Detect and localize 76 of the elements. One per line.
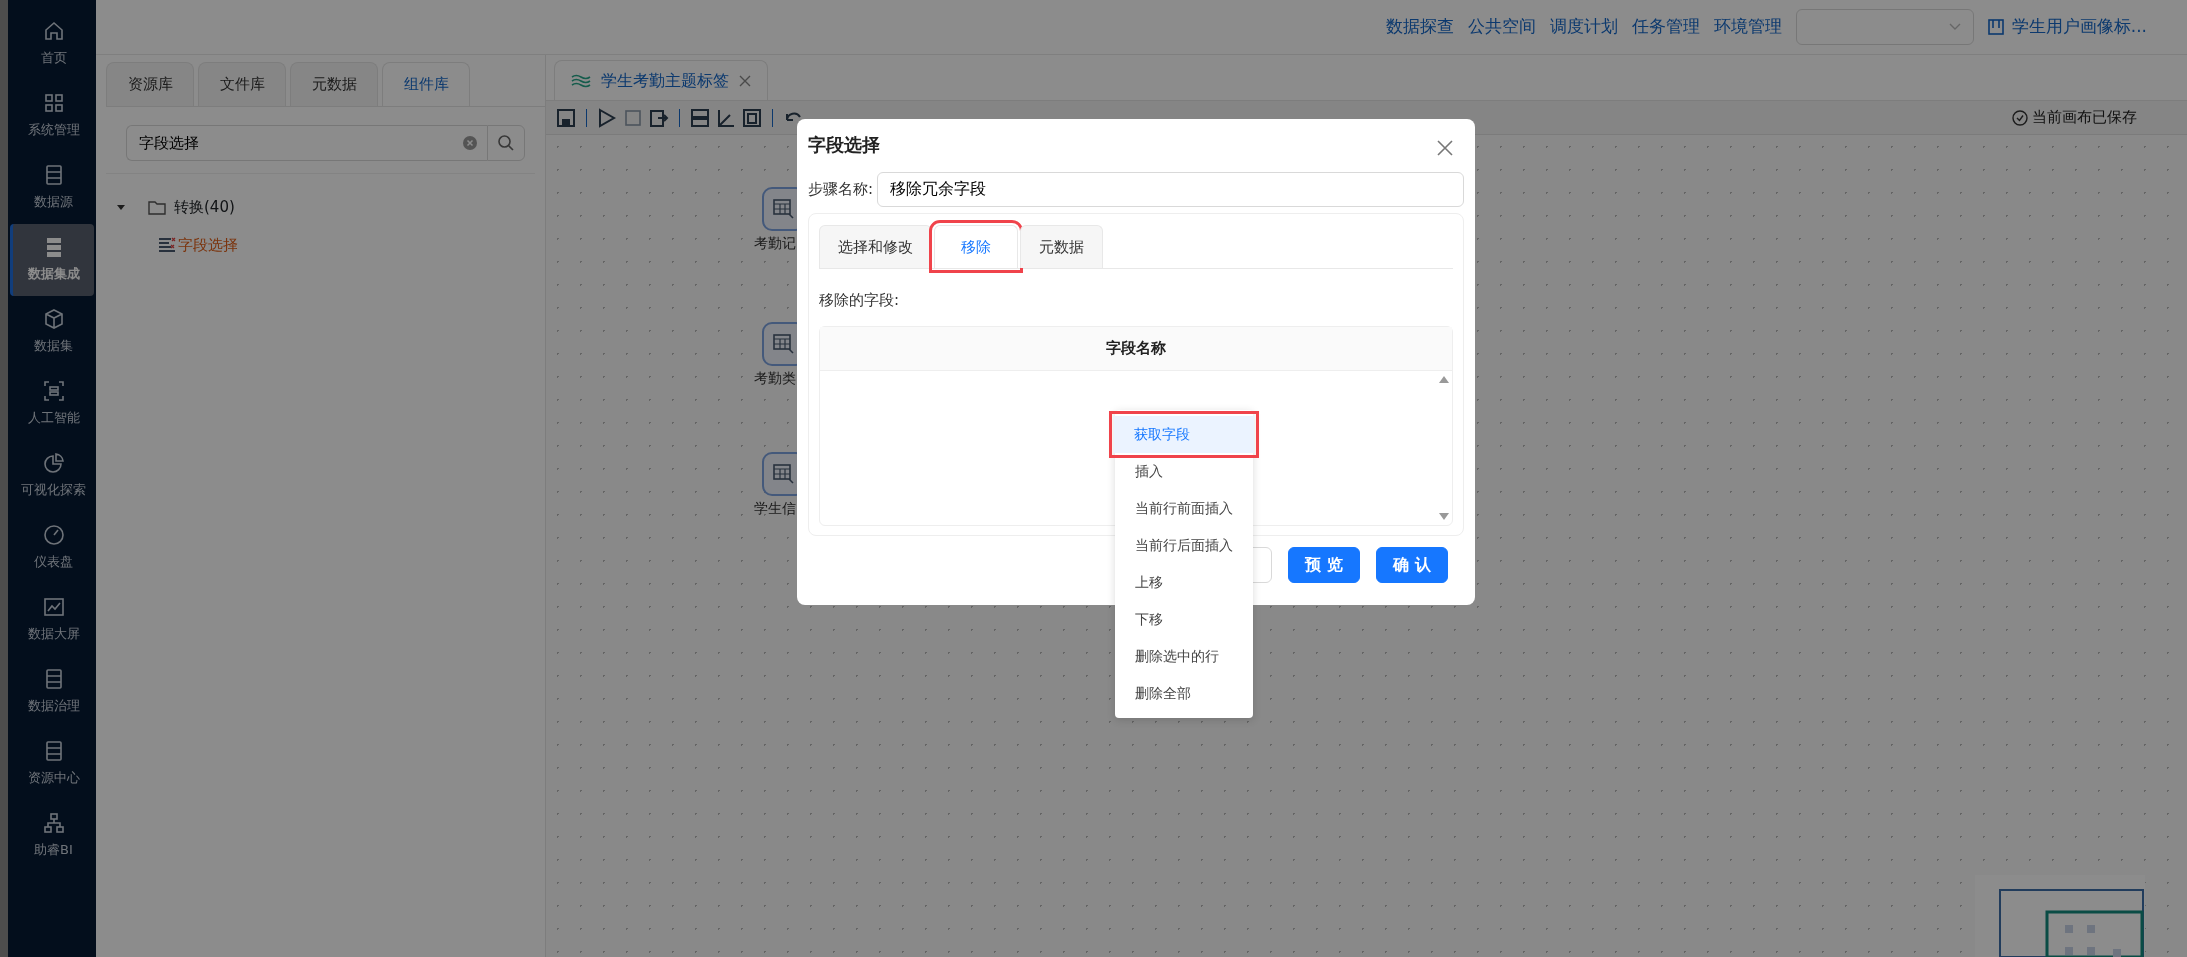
sidebar-item[interactable]: 数据源 [10,152,94,224]
menu-item[interactable]: 删除全部 [1115,675,1253,712]
home-icon [42,20,65,43]
menu-item[interactable]: 插入 [1115,453,1253,490]
board-icon [1987,19,2004,35]
menu-item[interactable]: 上移 [1115,564,1253,601]
list-icon [158,237,176,253]
section-label: 移除的字段: [819,290,901,311]
hierarchy-icon [42,812,65,835]
nav-link[interactable]: 数据探查 [1385,14,1454,40]
tree-item[interactable]: 转换(40) [106,188,535,226]
sidebar-item[interactable]: 仪表盘 [10,512,94,584]
scroll-up-icon[interactable] [1438,374,1450,383]
menu-item[interactable]: 当前行后面插入 [1115,527,1253,564]
gauge-icon [42,524,65,547]
sidebar-item[interactable]: 数据集 [10,296,94,368]
dialog-title: 字段选择 [808,133,880,157]
waves-icon [571,73,591,88]
table-icon [773,199,795,219]
primary-button[interactable]: 确 认 [1376,547,1448,583]
node-label: 学生信 [754,499,796,518]
sidebar-item[interactable]: 首页 [10,8,94,80]
close-icon [1437,139,1453,156]
chevron-down-icon [1948,23,1961,31]
sidebar-item[interactable]: 数据治理 [10,656,94,728]
export-icon[interactable] [649,107,669,128]
tab[interactable]: 元数据 [1020,225,1103,268]
table-icon [773,464,795,484]
table-icon [773,334,795,354]
sidebar-item[interactable]: 数据大屏 [10,584,94,656]
pie-chart-icon [42,452,65,475]
check-circle-icon [2012,109,2028,126]
nav-link[interactable]: 调度计划 [1549,14,1618,40]
sidebar-item[interactable]: 资源中心 [10,728,94,800]
close-icon[interactable] [739,74,751,87]
play-icon[interactable] [597,107,617,128]
canvas-tab[interactable]: 学生考勤主题标签 [554,60,768,100]
tab[interactable]: 组件库 [382,62,470,106]
cube-icon [42,308,65,331]
tab[interactable]: 资源库 [106,62,194,106]
folder-icon [148,199,166,215]
project-link[interactable]: 学生用户画像标... [1987,14,2147,40]
search-field[interactable]: 字段选择 [126,125,487,161]
menu-item[interactable]: 删除选中的行 [1115,638,1253,675]
column-header: 字段名称 [820,326,1452,371]
sidebar-item[interactable]: 人工智能 [10,368,94,440]
save-status: 当前画布已保存 [2012,106,2177,129]
search-button[interactable] [487,125,525,161]
grid-icon [42,92,65,115]
scan-icon [42,380,65,403]
sidebar-item[interactable]: 助睿BI [10,800,94,872]
node-label: 考勤类 [754,369,796,388]
sidebar-item[interactable]: 数据集成 [10,224,94,296]
sidebar-item[interactable]: 系统管理 [10,80,94,152]
menu-item[interactable]: 下移 [1115,601,1253,638]
save-icon[interactable] [556,107,576,128]
tab[interactable]: 元数据 [290,62,378,106]
menu-item[interactable]: 当前行前面插入 [1115,490,1253,527]
nav-link[interactable]: 公共空间 [1467,14,1536,40]
node-label: 考勤记 [754,234,796,253]
select-field[interactable] [1795,9,1974,45]
frame-icon[interactable] [742,107,762,128]
sidebar-item[interactable]: 可视化探索 [10,440,94,512]
tab[interactable]: 选择和修改 [819,225,932,268]
tab[interactable]: 文件库 [198,62,286,106]
line-chart-icon [42,596,65,619]
text-field[interactable]: 移除冗余字段 [877,172,1464,207]
primary-button[interactable]: 预 览 [1288,547,1360,583]
nav-link[interactable]: 环境管理 [1713,14,1782,40]
scroll-down-icon[interactable] [1438,512,1450,521]
tree-item[interactable]: 字段选择 [106,226,535,264]
search-icon [497,134,515,152]
layout-icon[interactable] [690,107,710,128]
field-label: 步骤名称: [808,179,874,201]
nav-link[interactable]: 任务管理 [1631,14,1700,40]
axis-icon[interactable] [716,107,736,128]
